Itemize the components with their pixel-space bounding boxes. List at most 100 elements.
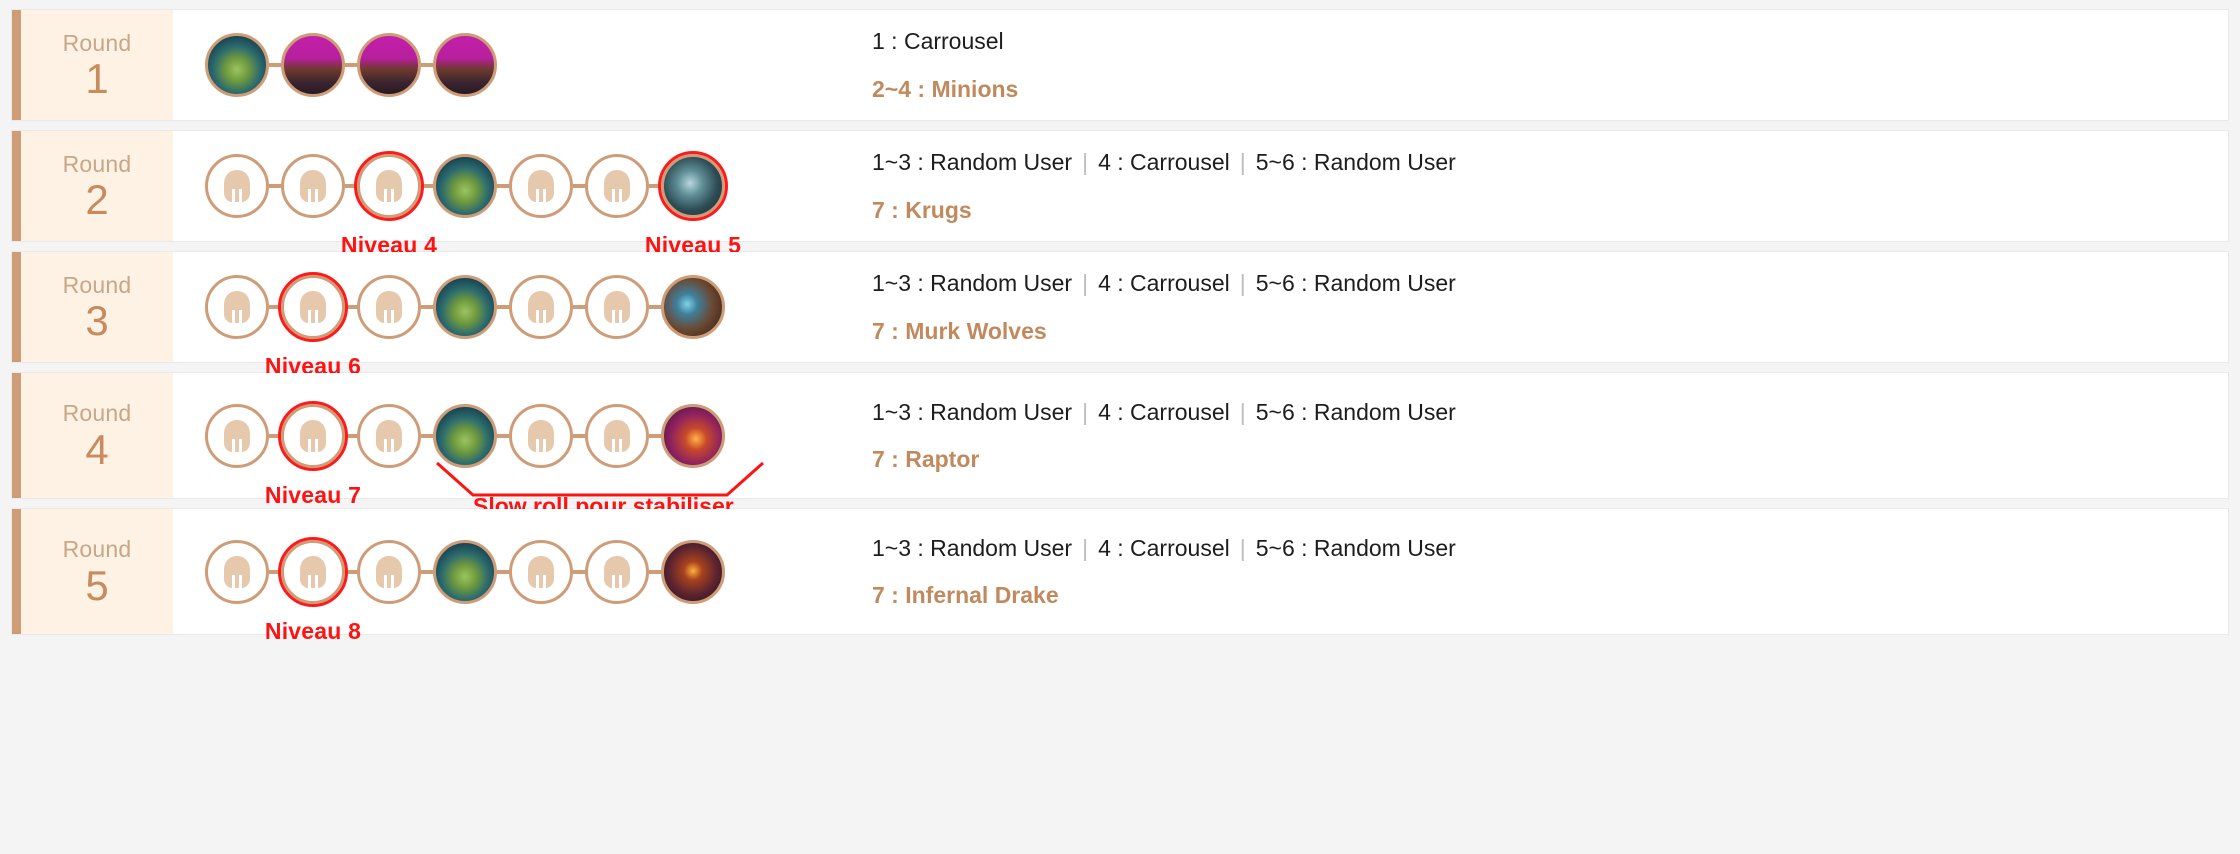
stage-node[interactable] (357, 403, 421, 468)
node-connector (345, 305, 357, 309)
round-row[interactable]: Round 5 Niveau 8 1~3 : Random User | 4 : Carr… (12, 509, 2228, 644)
round-timeline-board: Round 1 1 : Carrousel 2~4 : Minions Round 2 Ni… (0, 0, 2240, 854)
stage-node[interactable] (281, 154, 345, 218)
helmet-icon[interactable] (509, 275, 573, 339)
round-row[interactable]: Round 3 Niveau 6 1~3 : Random User | 4 : Carr… (12, 252, 2228, 379)
round-stage (173, 10, 858, 120)
stage-node[interactable] (585, 275, 649, 339)
helmet-icon[interactable] (509, 403, 573, 468)
stage-node[interactable] (661, 275, 725, 339)
helmet-icon[interactable] (585, 539, 649, 604)
round-number: 3 (85, 297, 109, 345)
helmet-icon[interactable] (205, 154, 269, 218)
helmet-icon[interactable] (281, 275, 345, 339)
helmet-icon[interactable] (281, 154, 345, 218)
round-stage: Niveau 7 Slow roll pour stabiliser (173, 373, 858, 519)
row-accent-bar (12, 252, 21, 362)
stage-node[interactable] (585, 403, 649, 468)
stage-node[interactable]: Niveau 7 (265, 400, 361, 508)
helmet-icon[interactable] (205, 275, 269, 339)
helmet-icon[interactable] (205, 539, 269, 604)
krug-avatar[interactable] (433, 275, 497, 339)
stage-node[interactable] (205, 403, 269, 468)
round-label-column: Round 5 (21, 509, 173, 634)
krug-avatar[interactable] (205, 33, 269, 97)
helmet-icon[interactable] (585, 275, 649, 339)
round-encounter: 7 : Murk Wolves (872, 317, 1047, 344)
stage-node[interactable] (281, 33, 345, 97)
stage-node[interactable]: Niveau 4 (341, 151, 437, 258)
stage-node[interactable]: Niveau 6 (265, 272, 361, 379)
stage-node-chain: Niveau 8 (205, 509, 725, 644)
helmet-icon (300, 291, 326, 323)
stage-node[interactable] (585, 539, 649, 604)
stage-node[interactable] (205, 275, 269, 339)
stage-node[interactable] (205, 33, 269, 97)
carousel-avatar[interactable] (357, 33, 421, 97)
helmet-icon[interactable] (357, 539, 421, 604)
helmet-icon[interactable] (585, 403, 649, 468)
krug-avatar[interactable] (433, 154, 497, 218)
round-number: 5 (85, 561, 109, 609)
carousel-avatar[interactable] (281, 33, 345, 97)
stage-node[interactable] (585, 154, 649, 218)
schedule-part: 5~6 : Random User (1255, 149, 1456, 176)
node-connector (345, 433, 357, 438)
krugs-monster-avatar[interactable] (661, 154, 725, 218)
round-label-column: Round 1 (21, 10, 173, 120)
helmet-icon (376, 419, 402, 452)
round-info: 1~3 : Random User | 4 : Carrousel | 5~6 : Ra… (858, 252, 2228, 362)
round-row[interactable]: Round 1 1 : Carrousel 2~4 : Minions (12, 10, 2228, 120)
node-connector (497, 305, 509, 309)
stage-node[interactable] (661, 539, 725, 604)
node-connector (269, 63, 281, 67)
stage-node[interactable] (509, 154, 573, 218)
helmet-icon[interactable] (205, 403, 269, 468)
stage-node[interactable] (509, 403, 573, 468)
node-connector (573, 184, 585, 188)
helmet-icon[interactable] (509, 154, 573, 218)
stage-node[interactable]: Niveau 8 (265, 536, 361, 644)
schedule-part: 4 : Carrousel (1098, 270, 1230, 297)
stage-node[interactable] (357, 275, 421, 339)
node-connector (269, 433, 281, 438)
stage-node[interactable] (433, 33, 497, 97)
row-accent-bar (12, 131, 21, 241)
helmet-icon[interactable] (357, 154, 421, 218)
helmet-icon[interactable] (281, 403, 345, 468)
krug-avatar[interactable] (433, 539, 497, 604)
round-stage-schedule: 1~3 : Random User | 4 : Carrousel | 5~6 : Ra… (872, 400, 2228, 424)
stage-node[interactable]: Niveau 5 (645, 151, 741, 258)
stage-node[interactable] (433, 275, 497, 339)
stage-node[interactable] (357, 539, 421, 604)
round-row[interactable]: Round 2 Niveau 4 Niveau 5 1~3 : Random User |… (12, 131, 2228, 258)
stage-node[interactable] (433, 539, 497, 604)
niveau-annotation-label: Niveau 7 (264, 481, 362, 508)
stage-node[interactable] (433, 403, 497, 468)
row-accent-bar (12, 509, 21, 634)
stage-node[interactable] (357, 33, 421, 97)
helmet-icon[interactable] (357, 403, 421, 468)
schedule-separator: | (1239, 534, 1246, 561)
krug-avatar[interactable] (433, 403, 497, 468)
carousel-avatar[interactable] (433, 33, 497, 97)
round-number: 1 (85, 55, 109, 103)
stage-node[interactable] (661, 403, 725, 468)
helmet-icon[interactable] (585, 154, 649, 218)
helmet-icon[interactable] (281, 539, 345, 604)
node-connector (269, 184, 281, 188)
helmet-icon[interactable] (357, 275, 421, 339)
helmet-icon[interactable] (509, 539, 573, 604)
murk-wolves-avatar[interactable] (661, 275, 725, 339)
round-row[interactable]: Round 4 Niveau 7 Slow roll pour stabiliser 1… (12, 373, 2228, 519)
stage-node[interactable] (509, 275, 573, 339)
stage-node[interactable] (205, 154, 269, 218)
stage-node[interactable] (433, 154, 497, 218)
infernal-drake-avatar[interactable] (661, 539, 725, 604)
stage-node-chain: Niveau 4 Niveau 5 (205, 131, 741, 258)
stage-node[interactable] (509, 539, 573, 604)
node-connector (573, 305, 585, 309)
node-connector (269, 569, 281, 574)
stage-node[interactable] (205, 539, 269, 604)
raptor-avatar[interactable] (661, 403, 725, 468)
